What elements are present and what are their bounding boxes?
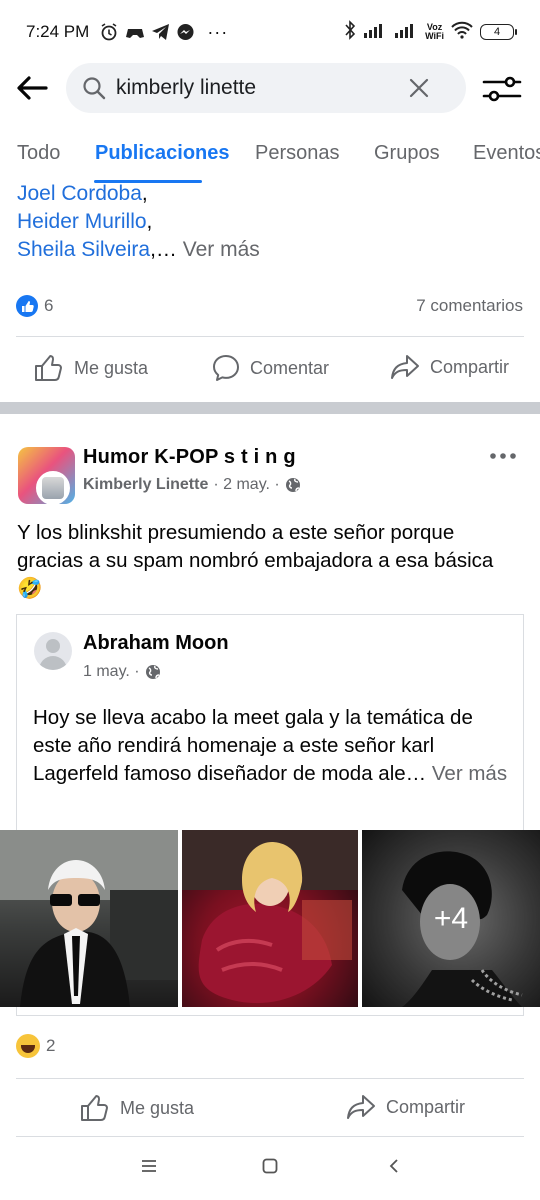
- battery-icon: 4: [480, 24, 517, 40]
- filter-icon[interactable]: [482, 72, 522, 106]
- like-reaction-icon: [16, 295, 38, 317]
- see-more-link[interactable]: Ver más: [183, 238, 260, 261]
- tagged-names: Joel Cordoba, Heider Murillo, Sheila Sil…: [17, 182, 260, 261]
- like-icon: [35, 355, 62, 381]
- shared-author-avatar[interactable]: [34, 632, 72, 670]
- shared-post-meta: 1 may. ·: [83, 663, 161, 681]
- divider: [16, 1136, 524, 1137]
- page-name[interactable]: Humor K-POP s t i n g: [83, 446, 296, 469]
- likes-count[interactable]: 6: [44, 296, 53, 316]
- search-query[interactable]: kimberly linette: [116, 76, 256, 100]
- clear-search-icon[interactable]: [408, 77, 430, 99]
- photo-2[interactable]: [182, 830, 358, 1007]
- comment-icon: [213, 355, 239, 381]
- reaction-summary: 6 7 comentarios: [16, 292, 523, 320]
- back-nav-icon[interactable]: [388, 1158, 400, 1174]
- tab-publicaciones[interactable]: Publicaciones: [95, 142, 230, 165]
- like-button[interactable]: Me gusta: [80, 1094, 194, 1122]
- photo-grid: +4: [0, 830, 540, 1007]
- messenger-icon: [176, 23, 195, 42]
- tagged-name-link[interactable]: Heider Murillo: [17, 210, 147, 233]
- comment-button[interactable]: Comentar: [212, 354, 329, 382]
- tagged-name-link[interactable]: Joel Cordoba: [17, 182, 142, 205]
- shared-post-text: Hoy se lleva acabo la meet gala y la tem…: [33, 706, 508, 785]
- profile-avatar[interactable]: [36, 471, 70, 504]
- photo-3[interactable]: +4: [362, 830, 540, 1007]
- volte-wifi-label: Voz WiFi: [425, 22, 444, 41]
- post-text: Y los blinkshit presumiendo a este señor…: [17, 521, 494, 600]
- reactions-count[interactable]: 2: [46, 1036, 55, 1056]
- telegram-icon: [151, 23, 170, 41]
- share-icon: [391, 355, 419, 379]
- share-button[interactable]: Compartir: [390, 354, 509, 380]
- more-photos-count[interactable]: +4: [362, 830, 540, 1007]
- more-options-icon[interactable]: [488, 444, 518, 468]
- globe-icon: [145, 665, 160, 679]
- share-icon: [347, 1095, 375, 1119]
- search-input[interactable]: kimberly linette: [66, 63, 466, 113]
- comments-count[interactable]: 7 comentarios: [416, 296, 523, 316]
- signal-icon-2: [394, 21, 418, 44]
- tagged-name-link[interactable]: Sheila Silveira: [17, 238, 150, 261]
- see-more-link[interactable]: Ver más: [432, 762, 507, 785]
- wifi-icon: [451, 21, 473, 44]
- status-bar: 7:24 PM ··· Voz WiFi 4: [0, 0, 540, 64]
- like-icon: [81, 1095, 108, 1121]
- share-button[interactable]: Compartir: [346, 1094, 465, 1120]
- shared-author-name[interactable]: Abraham Moon: [83, 632, 229, 655]
- divider: [16, 1078, 524, 1079]
- back-arrow-icon: [17, 76, 48, 100]
- like-button[interactable]: Me gusta: [34, 354, 148, 382]
- post-actions-2: Me gusta Compartir: [0, 1080, 540, 1136]
- home-icon[interactable]: [262, 1158, 278, 1174]
- more-notifications-icon: ···: [207, 21, 229, 42]
- reaction-summary-2: 2: [16, 1034, 55, 1058]
- photo-1[interactable]: [0, 830, 178, 1007]
- alarm-icon: [99, 22, 119, 42]
- tab-personas[interactable]: Personas: [255, 142, 340, 165]
- tab-eventos[interactable]: Eventos: [473, 142, 540, 165]
- shared-post-date[interactable]: 1 may. ·: [83, 663, 140, 681]
- status-time: 7:24 PM: [26, 22, 90, 41]
- tab-todo[interactable]: Todo: [17, 142, 60, 165]
- author-name[interactable]: Kimberly Linette: [83, 476, 208, 494]
- search-icon: [83, 77, 106, 100]
- globe-icon: [285, 478, 300, 492]
- signal-icon: [363, 21, 387, 44]
- page-avatar[interactable]: [18, 447, 75, 504]
- divider: [16, 336, 524, 337]
- game-controller-icon: [125, 23, 145, 41]
- post-date[interactable]: · 2 may. ·: [213, 476, 279, 494]
- post-meta: Kimberly Linette · 2 may. ·: [83, 476, 301, 494]
- search-header: kimberly linette: [0, 60, 540, 116]
- recent-apps-icon[interactable]: [140, 1158, 158, 1174]
- bluetooth-icon: [344, 19, 356, 45]
- search-tabs: Todo Publicaciones Personas Grupos Event…: [0, 128, 540, 186]
- haha-reaction-icon: [16, 1034, 40, 1058]
- post-actions: Me gusta Comentar Compartir: [0, 340, 540, 396]
- system-navigation-bar: [0, 1140, 540, 1200]
- tab-grupos[interactable]: Grupos: [374, 142, 440, 165]
- feed-separator: [0, 402, 540, 414]
- back-button[interactable]: [14, 72, 50, 104]
